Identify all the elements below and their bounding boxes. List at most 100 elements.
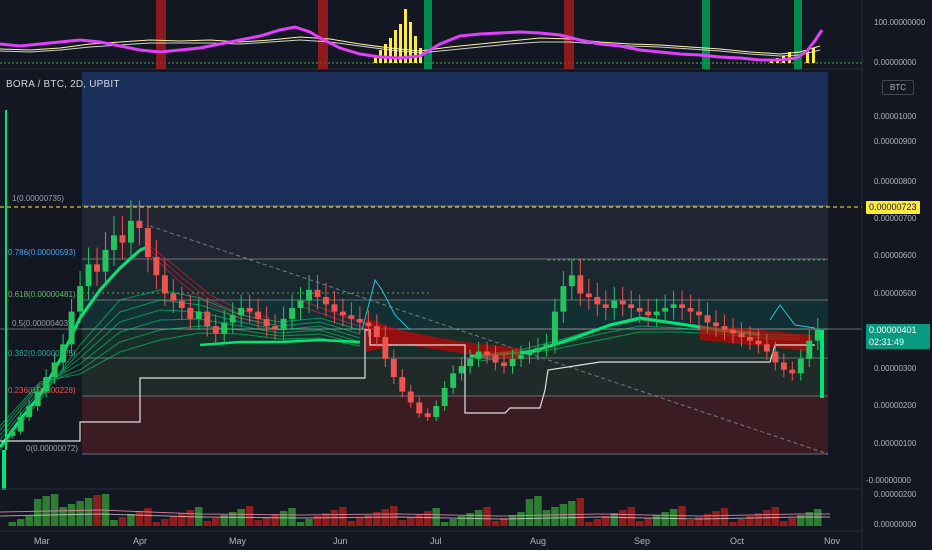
candle[interactable] (34, 391, 41, 407)
candle[interactable] (763, 344, 770, 352)
candle[interactable] (229, 315, 236, 323)
candle[interactable] (636, 307, 643, 312)
candle[interactable] (77, 286, 84, 312)
candle[interactable] (467, 358, 474, 367)
candle[interactable] (170, 293, 177, 301)
candle[interactable] (331, 304, 338, 312)
candle[interactable] (611, 300, 618, 308)
candle[interactable] (746, 337, 753, 341)
candle[interactable] (17, 416, 24, 432)
candle[interactable] (738, 333, 745, 338)
candle[interactable] (687, 307, 694, 312)
candle[interactable] (670, 304, 677, 308)
candle[interactable] (551, 311, 558, 345)
candle[interactable] (407, 391, 414, 403)
candle[interactable] (797, 358, 804, 374)
candle[interactable] (721, 326, 728, 330)
candle[interactable] (102, 249, 109, 272)
candle[interactable] (789, 369, 796, 374)
candle[interactable] (780, 362, 787, 370)
candle[interactable] (534, 347, 541, 352)
candle[interactable] (619, 300, 626, 305)
candle[interactable] (450, 373, 457, 388)
candle[interactable] (136, 220, 143, 229)
candle[interactable] (94, 264, 100, 272)
candle[interactable] (9, 431, 16, 436)
candle[interactable] (704, 315, 711, 323)
candle[interactable] (339, 311, 346, 316)
candle[interactable] (289, 307, 296, 319)
candle[interactable] (212, 326, 219, 334)
candle[interactable] (263, 318, 270, 327)
candle[interactable] (382, 337, 389, 359)
candle[interactable] (696, 311, 703, 316)
candle[interactable] (187, 307, 194, 319)
currency-button[interactable]: BTC (882, 80, 914, 95)
candle[interactable] (602, 304, 609, 308)
candle[interactable] (144, 228, 151, 258)
candle[interactable] (755, 340, 762, 345)
candle[interactable] (518, 355, 524, 359)
candle[interactable] (204, 311, 211, 327)
candle[interactable] (560, 286, 567, 312)
candle[interactable] (272, 326, 279, 330)
candle[interactable] (238, 307, 245, 316)
candle[interactable] (492, 355, 499, 363)
candle[interactable] (568, 275, 575, 287)
candle[interactable] (314, 289, 321, 298)
candle[interactable] (662, 307, 669, 312)
candle[interactable] (577, 275, 584, 294)
candle[interactable] (85, 264, 92, 287)
candle[interactable] (280, 318, 287, 330)
candle[interactable] (26, 406, 33, 417)
candle[interactable] (653, 311, 660, 316)
candle[interactable] (153, 257, 160, 276)
candle[interactable] (594, 297, 601, 305)
candle[interactable] (51, 362, 58, 378)
candle[interactable] (399, 377, 406, 392)
candle[interactable] (433, 406, 440, 417)
candle[interactable] (119, 235, 126, 243)
candle[interactable] (645, 311, 652, 316)
candle[interactable] (713, 322, 719, 327)
candle[interactable] (390, 358, 397, 378)
candle[interactable] (679, 304, 686, 308)
candle[interactable] (161, 275, 168, 294)
candle[interactable] (373, 326, 380, 338)
candle[interactable] (416, 402, 423, 414)
candle[interactable] (178, 300, 185, 308)
candle[interactable] (356, 318, 363, 323)
candle[interactable] (441, 387, 448, 407)
candle[interactable] (306, 289, 312, 301)
candle[interactable] (458, 366, 465, 374)
candle[interactable] (585, 293, 592, 298)
candle[interactable] (501, 362, 507, 367)
candle[interactable] (323, 297, 329, 305)
candle[interactable] (814, 329, 821, 341)
candle[interactable] (526, 351, 533, 356)
candle[interactable] (195, 311, 202, 319)
candle[interactable] (60, 344, 67, 363)
candle[interactable] (365, 322, 372, 327)
chart-canvas[interactable]: 1(0.00000735) 0.786(0.00000593) 0.618(0.… (0, 0, 932, 550)
candle[interactable] (127, 220, 134, 243)
candle[interactable] (475, 351, 482, 359)
candle[interactable] (628, 304, 635, 308)
candle[interactable] (246, 307, 253, 312)
candle[interactable] (68, 311, 75, 345)
candle[interactable] (730, 329, 736, 334)
candle[interactable] (111, 235, 117, 250)
price-panel[interactable]: 1(0.00000735) 0.786(0.00000593) 0.618(0.… (0, 72, 862, 490)
candle[interactable] (772, 351, 779, 363)
candle[interactable] (484, 351, 491, 356)
candle[interactable] (297, 300, 304, 308)
candle[interactable] (543, 344, 550, 348)
candle[interactable] (509, 358, 516, 367)
candle[interactable] (221, 322, 228, 334)
symbol-title[interactable]: BORA / BTC, 2D, UPBIT (6, 79, 120, 90)
candle[interactable] (806, 340, 813, 359)
candle[interactable] (348, 315, 355, 319)
candle[interactable] (424, 413, 431, 417)
candle[interactable] (43, 377, 50, 392)
candle[interactable] (255, 311, 262, 319)
